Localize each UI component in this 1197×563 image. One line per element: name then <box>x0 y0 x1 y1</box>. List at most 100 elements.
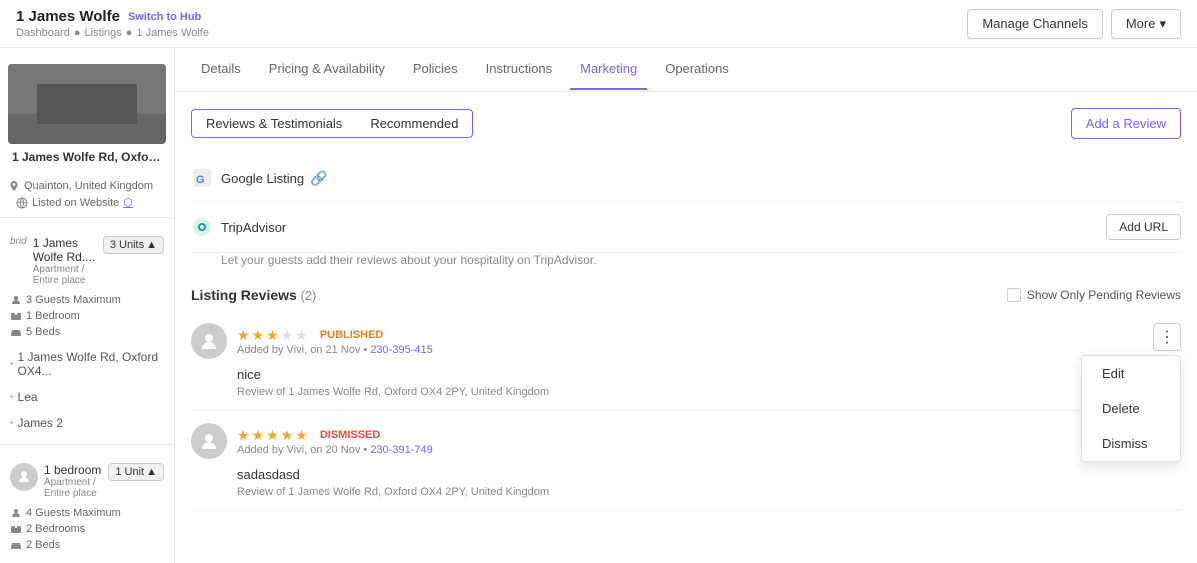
add-url-button[interactable]: Add URL <box>1106 214 1181 240</box>
tab-pricing[interactable]: Pricing & Availability <box>259 49 395 90</box>
website-external-link[interactable]: ⬡ <box>123 196 133 209</box>
svg-text:G: G <box>196 174 205 186</box>
page-title: 1 James Wolfe Switch to Hub <box>16 8 209 25</box>
tabs-bar: Details Pricing & Availability Policies … <box>175 48 1197 92</box>
unit-guests-1: 3 Guests Maximum <box>0 292 174 308</box>
review-stars-2: ★ ★ ★ ★ ★ DISMISSED <box>237 427 1181 444</box>
brid-logo: brid <box>10 236 27 247</box>
review-text-2: sadasdasd <box>237 467 1181 482</box>
main-layout: 1 James Wolfe Rd, Oxford O... Quainton, … <box>0 48 1197 563</box>
add-review-button[interactable]: Add a Review <box>1071 108 1181 139</box>
bed-icon-2 <box>10 539 22 551</box>
google-icon: G <box>191 167 213 189</box>
google-link-icon[interactable]: 🔗 <box>310 170 327 187</box>
listing-hero-card: 1 James Wolfe Rd, Oxford O... <box>0 56 174 172</box>
breadcrumb-dashboard[interactable]: Dashboard <box>16 27 70 39</box>
google-listing-label: Google Listing 🔗 <box>221 170 328 187</box>
listing-metadata: Quainton, United Kingdom Listed on Websi… <box>0 172 174 209</box>
bedroom-icon <box>10 310 22 322</box>
unit-name-2: 1 bedroom <box>44 463 108 477</box>
location-icon <box>8 180 20 192</box>
unit-guests-2: 4 Guests Maximum <box>0 505 174 521</box>
review-options-button-1[interactable]: ⋮ <box>1153 323 1181 351</box>
content-area: Details Pricing & Availability Policies … <box>175 48 1197 563</box>
google-listing-row: G Google Listing 🔗 <box>191 155 1181 202</box>
tab-marketing[interactable]: Marketing <box>570 49 647 90</box>
listed-badge: Listed on Website ⬡ <box>8 196 166 209</box>
listing-location-row: Quainton, United Kingdom <box>8 180 166 192</box>
review-stars-1: ★ ★ ★ ★ ★ PUBLISHED <box>237 327 1181 344</box>
unit-count-2[interactable]: 1 Unit ▲ <box>108 463 164 481</box>
section-tab-recommended[interactable]: Recommended <box>356 110 472 137</box>
review-ref-1[interactable]: 230-395-415 <box>370 344 432 356</box>
reviewer-avatar-1 <box>191 323 227 359</box>
tab-policies[interactable]: Policies <box>403 49 468 90</box>
listing-avatar-2 <box>10 463 38 491</box>
unit-header-2[interactable]: 1 bedroom Apartment / Entire place 1 Uni… <box>0 457 174 505</box>
globe-icon <box>16 197 28 209</box>
sub-item-1[interactable]: • 1 James Wolfe Rd, Oxford OX4... <box>0 344 174 384</box>
header-actions: Manage Channels More ▾ <box>967 9 1181 39</box>
guests-icon <box>10 294 22 306</box>
header-left: 1 James Wolfe Switch to Hub Dashboard ● … <box>16 8 209 39</box>
review-property-2: Review of 1 James Wolfe Rd, Oxford OX4 2… <box>237 486 1181 498</box>
sidebar-divider-1 <box>0 217 174 218</box>
sidebar-divider-2 <box>0 444 174 445</box>
listing-reviews-count: (2) <box>300 288 316 303</box>
manage-channels-button[interactable]: Manage Channels <box>967 9 1103 39</box>
tripadvisor-section: TripAdvisor Add URL Let your guests add … <box>191 202 1181 275</box>
section-tabs-row: Reviews & Testimonials Recommended Add a… <box>191 108 1181 139</box>
show-pending-row: Show Only Pending Reviews <box>1007 288 1181 302</box>
listing-reviews-title: Listing Reviews <box>191 287 297 303</box>
switch-to-hub-link[interactable]: Switch to Hub <box>128 11 201 23</box>
tab-details[interactable]: Details <box>191 49 251 90</box>
show-pending-checkbox[interactable] <box>1007 288 1021 302</box>
unit-beds-1: 5 Beds <box>0 324 174 340</box>
review-status-1: PUBLISHED <box>314 328 390 342</box>
review-card-2: ★ ★ ★ ★ ★ DISMISSED Added by Vivi, on 20… <box>191 411 1181 511</box>
tab-operations[interactable]: Operations <box>655 49 739 90</box>
review-status-2: DISMISSED <box>314 428 387 442</box>
section-tab-reviews[interactable]: Reviews & Testimonials <box>192 110 356 137</box>
listing-reviews-header: Listing Reviews (2) Show Only Pending Re… <box>191 275 1181 311</box>
tripadvisor-row: TripAdvisor Add URL <box>191 202 1181 253</box>
unit-count-1[interactable]: 3 Units ▲ <box>103 236 164 254</box>
tripadvisor-icon <box>191 216 213 238</box>
listing-image <box>8 64 166 144</box>
review-text-1: nice <box>237 367 1181 382</box>
breadcrumb: Dashboard ● Listings ● 1 James Wolfe <box>16 27 209 39</box>
more-button[interactable]: More ▾ <box>1111 9 1181 39</box>
dropdown-edit[interactable]: Edit <box>1082 356 1180 391</box>
review-ref-2[interactable]: 230-391-749 <box>370 444 432 456</box>
sub-item-2[interactable]: • Lea <box>0 384 174 410</box>
content-body: Reviews & Testimonials Recommended Add a… <box>175 92 1197 563</box>
top-header: 1 James Wolfe Switch to Hub Dashboard ● … <box>0 0 1197 48</box>
review-card-1: ★ ★ ★ ★ ★ PUBLISHED Added by Vivi, on 21… <box>191 311 1181 411</box>
unit-beds-2: 2 Beds <box>0 537 174 553</box>
unit-type-1: Apartment / Entire place <box>33 264 103 286</box>
tripadvisor-description: Let your guests add their reviews about … <box>221 253 1181 275</box>
tripadvisor-label: TripAdvisor <box>221 220 286 235</box>
sub-item-3[interactable]: • James 2 <box>0 410 174 436</box>
review-added-2: Added by Vivi, on 20 Nov • 230-391-749 <box>237 444 1181 456</box>
chevron-down-icon: ▾ <box>1159 16 1166 32</box>
review-dropdown-menu: Edit Delete Dismiss <box>1081 355 1181 462</box>
reviewer-avatar-2 <box>191 423 227 459</box>
unit-bedrooms-1: 1 Bedroom <box>0 308 174 324</box>
tab-instructions[interactable]: Instructions <box>476 49 562 90</box>
dropdown-delete[interactable]: Delete <box>1082 391 1180 426</box>
bed-icon <box>10 326 22 338</box>
unit-group-2: 1 bedroom Apartment / Entire place 1 Uni… <box>0 453 174 557</box>
unit-bedrooms-2: 2 Bedrooms <box>0 521 174 537</box>
unit-group-1: brid 1 James Wolfe Rd.... Apartment / En… <box>0 226 174 344</box>
unit-header-1[interactable]: brid 1 James Wolfe Rd.... Apartment / En… <box>0 230 174 292</box>
unit-name-1: 1 James Wolfe Rd.... <box>33 236 103 264</box>
breadcrumb-listings[interactable]: Listings <box>84 27 121 39</box>
bedroom-icon-2 <box>10 523 22 535</box>
dropdown-dismiss[interactable]: Dismiss <box>1082 426 1180 461</box>
title-text: 1 James Wolfe <box>16 8 120 25</box>
review-property-1: Review of 1 James Wolfe Rd, Oxford OX4 2… <box>237 386 1181 398</box>
listing-card-name: 1 James Wolfe Rd, Oxford O... <box>8 150 166 164</box>
section-tab-group: Reviews & Testimonials Recommended <box>191 109 473 138</box>
sidebar: 1 James Wolfe Rd, Oxford O... Quainton, … <box>0 48 175 563</box>
